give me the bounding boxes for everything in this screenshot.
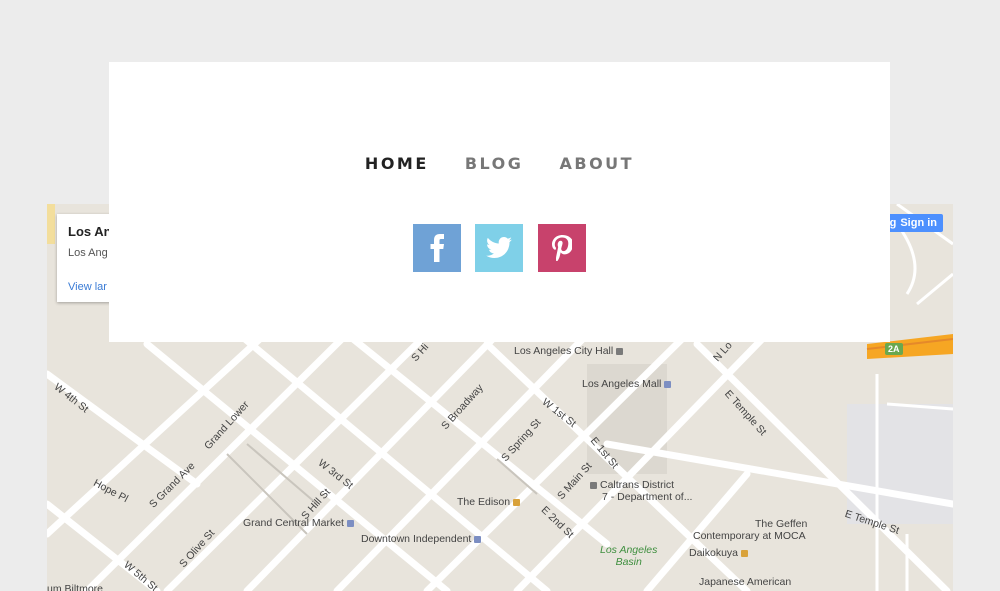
restaurant-icon (741, 549, 749, 557)
nav-about[interactable]: ABOUT (559, 154, 634, 173)
bar-icon (513, 498, 521, 506)
map-label-caltrans[interactable]: Caltrans District 7 - Department of... (590, 479, 692, 503)
map-label-downtown-independent[interactable]: Downtown Independent (361, 533, 484, 545)
map-label-daikokuya[interactable]: Daikokuya (689, 547, 751, 559)
map-label-la-basin[interactable]: Los Angeles Basin (600, 544, 657, 568)
pinterest-icon (552, 235, 572, 261)
twitter-button[interactable] (475, 224, 523, 272)
header-panel: HOME BLOG ABOUT (109, 62, 890, 342)
landmark-icon (590, 481, 597, 489)
pinterest-button[interactable] (538, 224, 586, 272)
nav-blog[interactable]: BLOG (465, 154, 524, 173)
sign-in-button[interactable]: g Sign in (883, 214, 943, 232)
shopping-cart-icon (346, 519, 354, 527)
shopping-icon (664, 380, 672, 388)
highway-shield: 2A (885, 343, 903, 355)
map-label-geffen[interactable]: The Geffen Contemporary at MOCA (693, 518, 807, 542)
nav-home[interactable]: HOME (365, 154, 429, 173)
map-label-city-hall[interactable]: Los Angeles City Hall (514, 345, 626, 357)
landmark-icon (616, 347, 624, 355)
facebook-icon (430, 234, 444, 262)
google-plus-icon: g (889, 217, 897, 229)
main-nav: HOME BLOG ABOUT (109, 154, 890, 173)
sign-in-label: Sign in (900, 217, 937, 229)
map-label-the-edison[interactable]: The Edison (457, 496, 523, 508)
map-label-grand-central-market[interactable]: Grand Central Market (243, 517, 357, 529)
twitter-icon (486, 237, 512, 258)
map-label-japanese-american[interactable]: Japanese American (699, 576, 791, 588)
map-label-biltmore[interactable]: um Biltmore (47, 583, 103, 591)
cinema-icon (474, 535, 482, 543)
map-label-la-mall[interactable]: Los Angeles Mall (582, 378, 674, 390)
facebook-button[interactable] (413, 224, 461, 272)
